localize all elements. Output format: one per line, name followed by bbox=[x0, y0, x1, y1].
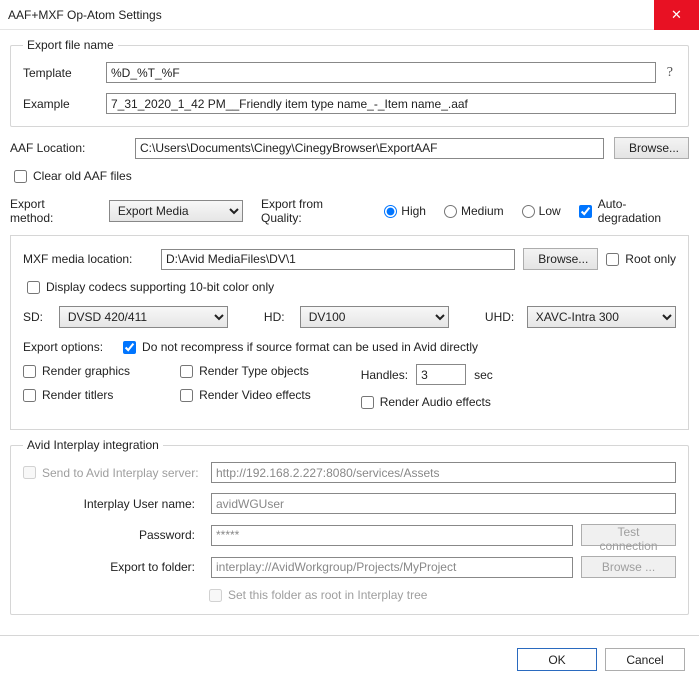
handles-label: Handles: bbox=[361, 368, 408, 382]
close-icon[interactable]: ✕ bbox=[654, 0, 699, 30]
uhd-select[interactable]: XAVC-Intra 300 bbox=[527, 306, 676, 328]
send-to-interplay-checkbox[interactable]: Send to Avid Interplay server: bbox=[23, 466, 203, 480]
export-file-name-legend: Export file name bbox=[23, 38, 118, 52]
display-10bit-checkbox[interactable]: Display codecs supporting 10-bit color o… bbox=[27, 280, 676, 294]
mxf-group: MXF media location: Browse... Root only … bbox=[10, 235, 689, 430]
interplay-pass-label: Password: bbox=[23, 528, 203, 542]
uhd-label: UHD: bbox=[485, 310, 519, 324]
mxf-location-label: MXF media location: bbox=[23, 252, 153, 266]
clear-old-aaf-checkbox[interactable] bbox=[14, 170, 27, 183]
interplay-user-label: Interplay User name: bbox=[23, 497, 203, 511]
cancel-button[interactable]: Cancel bbox=[605, 648, 685, 671]
interplay-browse-button: Browse ... bbox=[581, 556, 676, 578]
aaf-location-input[interactable] bbox=[135, 138, 604, 159]
auto-degradation-checkbox[interactable]: Auto-degradation bbox=[579, 197, 689, 225]
root-only-checkbox[interactable]: Root only bbox=[606, 252, 676, 266]
template-label: Template bbox=[23, 66, 98, 80]
quality-medium-radio[interactable]: Medium bbox=[444, 204, 504, 218]
render-audio-checkbox[interactable]: Render Audio effects bbox=[361, 395, 493, 409]
hd-select[interactable]: DV100 bbox=[300, 306, 449, 328]
render-type-checkbox[interactable]: Render Type objects bbox=[180, 364, 311, 378]
export-folder-label: Export to folder: bbox=[23, 560, 203, 574]
interplay-pass-input bbox=[211, 525, 573, 546]
handles-input[interactable] bbox=[416, 364, 466, 385]
clear-old-aaf-label: Clear old AAF files bbox=[33, 169, 132, 183]
mxf-location-input[interactable] bbox=[161, 249, 515, 270]
export-options-label: Export options: bbox=[23, 340, 103, 354]
template-input[interactable] bbox=[106, 62, 656, 83]
quality-low-radio[interactable]: Low bbox=[522, 204, 561, 218]
handles-unit: sec bbox=[474, 368, 493, 382]
export-method-label: Export method: bbox=[10, 197, 91, 225]
interplay-server-input bbox=[211, 462, 676, 483]
sd-select[interactable]: DVSD 420/411 bbox=[59, 306, 228, 328]
test-connection-button: Test connection bbox=[581, 524, 676, 546]
interplay-legend: Avid Interplay integration bbox=[23, 438, 163, 452]
example-output bbox=[106, 93, 676, 114]
quality-high-radio[interactable]: High bbox=[384, 204, 426, 218]
help-icon[interactable]: ? bbox=[664, 65, 676, 81]
render-video-checkbox[interactable]: Render Video effects bbox=[180, 388, 311, 402]
aaf-browse-button[interactable]: Browse... bbox=[614, 137, 689, 159]
ok-button[interactable]: OK bbox=[517, 648, 597, 671]
export-quality-label: Export from Quality: bbox=[261, 197, 366, 225]
export-method-select[interactable]: Export Media bbox=[109, 200, 243, 222]
window-title: AAF+MXF Op-Atom Settings bbox=[8, 8, 162, 22]
hd-label: HD: bbox=[264, 310, 292, 324]
aaf-location-label: AAF Location: bbox=[10, 141, 125, 155]
interplay-group: Avid Interplay integration Send to Avid … bbox=[10, 438, 689, 615]
render-graphics-checkbox[interactable]: Render graphics bbox=[23, 364, 130, 378]
set-as-root-checkbox: Set this folder as root in Interplay tre… bbox=[209, 588, 427, 602]
sd-label: SD: bbox=[23, 310, 51, 324]
export-folder-input bbox=[211, 557, 573, 578]
no-recompress-checkbox[interactable]: Do not recompress if source format can b… bbox=[123, 340, 478, 354]
interplay-user-input bbox=[211, 493, 676, 514]
render-titlers-checkbox[interactable]: Render titlers bbox=[23, 388, 130, 402]
example-label: Example bbox=[23, 97, 98, 111]
mxf-browse-button[interactable]: Browse... bbox=[523, 248, 598, 270]
export-file-name-group: Export file name Template ? Example bbox=[10, 38, 689, 127]
